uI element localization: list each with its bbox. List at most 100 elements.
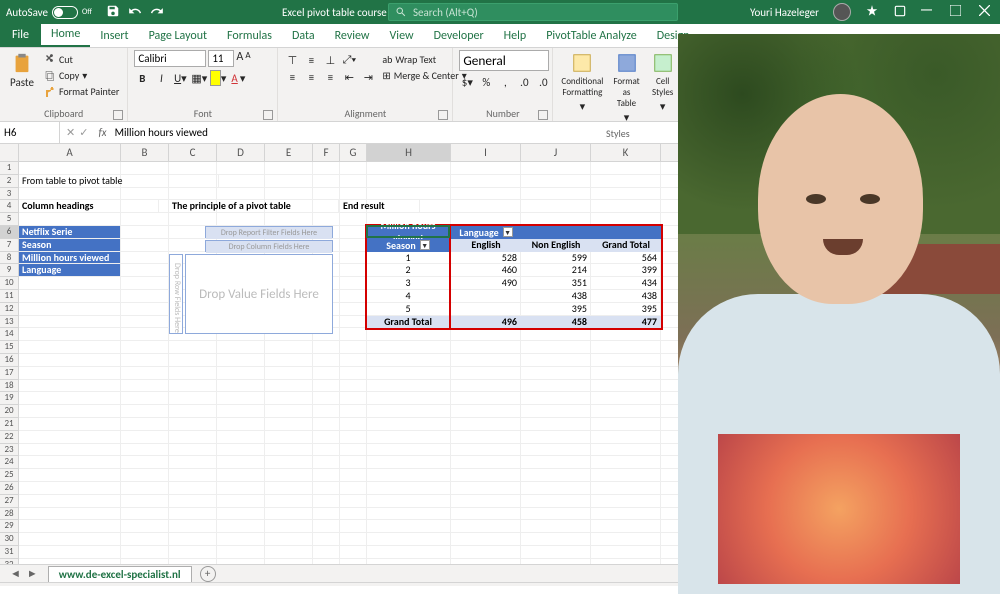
cell[interactable] bbox=[217, 175, 265, 188]
cell[interactable] bbox=[367, 341, 451, 354]
cell[interactable] bbox=[340, 418, 367, 431]
cell[interactable] bbox=[367, 380, 451, 393]
cell[interactable] bbox=[340, 469, 367, 482]
col-header-H[interactable]: H bbox=[367, 144, 451, 161]
cell[interactable] bbox=[121, 367, 169, 380]
dialog-launcher-icon[interactable] bbox=[538, 110, 548, 120]
enter-formula-icon[interactable]: ✓ bbox=[79, 126, 88, 139]
cell[interactable] bbox=[340, 264, 367, 277]
cell[interactable] bbox=[340, 405, 367, 418]
cell[interactable] bbox=[591, 200, 661, 213]
cell[interactable] bbox=[19, 456, 121, 469]
cell[interactable] bbox=[169, 456, 217, 469]
dialog-launcher-icon[interactable] bbox=[113, 110, 123, 120]
cell[interactable] bbox=[169, 392, 217, 405]
cell[interactable] bbox=[340, 431, 367, 444]
pivot-result[interactable]: Million hours viewedLanguage ▼Season ▼En… bbox=[365, 224, 663, 330]
format-painter-button[interactable]: Format Painter bbox=[42, 84, 121, 99]
undo-icon[interactable] bbox=[128, 4, 142, 21]
cell[interactable] bbox=[121, 226, 169, 239]
cell[interactable] bbox=[451, 533, 521, 546]
cell[interactable] bbox=[340, 380, 367, 393]
font-name-input[interactable] bbox=[134, 50, 206, 67]
cell[interactable] bbox=[217, 367, 265, 380]
cell[interactable] bbox=[313, 444, 340, 457]
add-sheet-button[interactable]: + bbox=[200, 566, 216, 582]
row-header-8[interactable]: 8 bbox=[0, 252, 19, 265]
cell[interactable] bbox=[121, 508, 169, 521]
cell[interactable] bbox=[367, 431, 451, 444]
row-header-21[interactable]: 21 bbox=[0, 418, 19, 431]
cell[interactable] bbox=[521, 431, 591, 444]
tab-home[interactable]: Home bbox=[41, 23, 90, 47]
row-headers[interactable]: 1234567891011121314151617181920212223242… bbox=[0, 162, 19, 564]
cell[interactable] bbox=[121, 290, 169, 303]
cell[interactable] bbox=[19, 341, 121, 354]
cell[interactable] bbox=[19, 367, 121, 380]
row-header-1[interactable]: 1 bbox=[0, 162, 19, 175]
cell[interactable] bbox=[19, 508, 121, 521]
cell[interactable] bbox=[217, 431, 265, 444]
tab-review[interactable]: Review bbox=[325, 25, 380, 47]
cell[interactable] bbox=[313, 495, 340, 508]
cell[interactable] bbox=[521, 495, 591, 508]
row-header-18[interactable]: 18 bbox=[0, 380, 19, 393]
cell[interactable] bbox=[265, 175, 313, 188]
cell[interactable] bbox=[591, 354, 661, 367]
cell[interactable] bbox=[367, 533, 451, 546]
cell[interactable] bbox=[591, 444, 661, 457]
decrease-decimal-icon[interactable]: .0 bbox=[535, 74, 551, 90]
cell[interactable] bbox=[521, 533, 591, 546]
cell[interactable] bbox=[169, 405, 217, 418]
cell[interactable] bbox=[19, 392, 121, 405]
cell[interactable] bbox=[340, 456, 367, 469]
cell[interactable] bbox=[521, 418, 591, 431]
cell[interactable] bbox=[169, 162, 217, 175]
cell[interactable]: The principle of a pivot table bbox=[169, 200, 339, 213]
cell[interactable] bbox=[217, 546, 265, 559]
underline-button[interactable]: U▾ bbox=[172, 70, 188, 86]
col-header-A[interactable]: A bbox=[19, 144, 121, 161]
conditional-formatting-button[interactable]: Conditional Formatting▾ bbox=[559, 50, 605, 115]
cell[interactable] bbox=[340, 482, 367, 495]
cell[interactable] bbox=[521, 520, 591, 533]
cell[interactable] bbox=[265, 354, 313, 367]
cell[interactable] bbox=[121, 392, 169, 405]
cell[interactable] bbox=[340, 290, 367, 303]
cell[interactable] bbox=[367, 367, 451, 380]
row-header-26[interactable]: 26 bbox=[0, 482, 19, 495]
cell[interactable] bbox=[19, 303, 121, 316]
cell[interactable] bbox=[121, 418, 169, 431]
cell[interactable] bbox=[591, 341, 661, 354]
tab-data[interactable]: Data bbox=[282, 25, 325, 47]
cell[interactable]: Million hours viewed bbox=[19, 252, 121, 265]
accounting-format-icon[interactable]: $▾ bbox=[459, 74, 475, 90]
cell[interactable] bbox=[313, 482, 340, 495]
cell[interactable] bbox=[340, 392, 367, 405]
cell[interactable] bbox=[265, 482, 313, 495]
cell[interactable] bbox=[19, 405, 121, 418]
col-header-I[interactable]: I bbox=[451, 144, 521, 161]
cell[interactable] bbox=[265, 162, 313, 175]
cell[interactable] bbox=[265, 367, 313, 380]
row-header-23[interactable]: 23 bbox=[0, 444, 19, 457]
cell[interactable] bbox=[451, 508, 521, 521]
cancel-formula-icon[interactable]: ✕ bbox=[66, 126, 75, 139]
align-center-icon[interactable]: ≡ bbox=[303, 69, 319, 85]
cell[interactable] bbox=[340, 316, 367, 329]
cell[interactable] bbox=[121, 162, 169, 175]
cell[interactable] bbox=[521, 380, 591, 393]
row-header-27[interactable]: 27 bbox=[0, 495, 19, 508]
cell[interactable] bbox=[169, 367, 217, 380]
cell[interactable] bbox=[451, 367, 521, 380]
cell[interactable] bbox=[591, 418, 661, 431]
tab-developer[interactable]: Developer bbox=[424, 25, 494, 47]
cell[interactable] bbox=[451, 341, 521, 354]
cell[interactable] bbox=[451, 162, 521, 175]
cell[interactable] bbox=[313, 392, 340, 405]
cell[interactable] bbox=[451, 175, 521, 188]
row-header-28[interactable]: 28 bbox=[0, 508, 19, 521]
cell[interactable] bbox=[169, 431, 217, 444]
cell[interactable] bbox=[169, 341, 217, 354]
cell[interactable] bbox=[367, 392, 451, 405]
